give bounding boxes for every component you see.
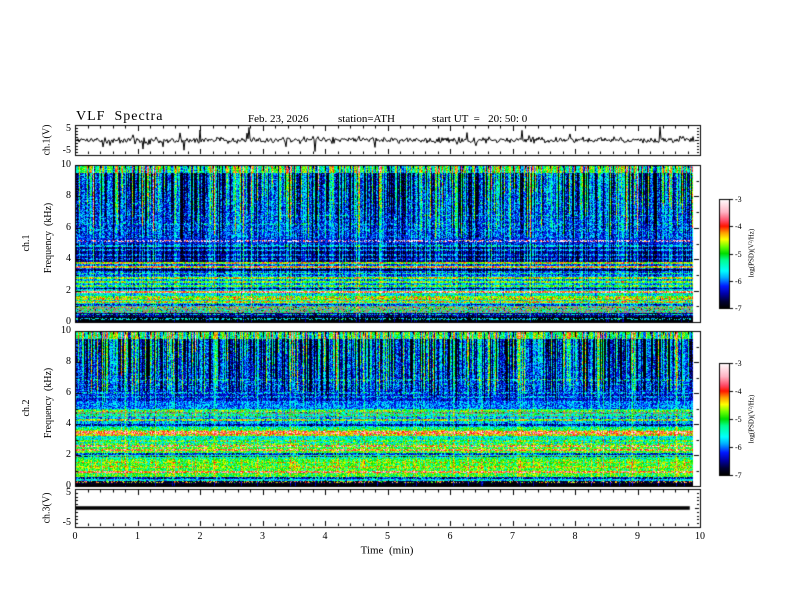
frequency-tick-label: 4 [66, 418, 71, 429]
frequency-tick-label: 2 [66, 284, 71, 296]
frequency-tick-label: 8 [66, 356, 71, 367]
frequency-tick-label: 10 [61, 159, 71, 170]
time-axis-label: Time (min) [360, 544, 414, 557]
ch2-frequency-axis-label-line1: ch.2 [21, 399, 32, 417]
colorbar-tick-label: -7 [735, 470, 742, 480]
colorbar-tick-label: -6 [735, 276, 742, 286]
colorbar2-label: log(PSD)(V²/Hz) [747, 394, 756, 444]
frequency-tick-label: 4 [66, 253, 71, 265]
time-tick-label: 0 [72, 530, 78, 542]
colorbar-tick-label: -4 [735, 386, 742, 396]
time-tick-label: 8 [572, 530, 578, 542]
frequency-tick-label: 8 [66, 190, 71, 202]
colorbar-tick-label: -5 [735, 249, 742, 259]
colorbar-tick-label: -5 [735, 414, 742, 424]
colorbar-tick-label: -3 [735, 358, 742, 368]
ch1-voltage-axis-label: ch.1(V) [41, 124, 53, 156]
frequency-tick-label: 6 [66, 221, 71, 233]
time-tick-label: 2 [197, 530, 203, 542]
station-label: station=ATH [338, 113, 395, 125]
colorbar-tick-label: -6 [735, 442, 742, 452]
colorbar-tick-label: -3 [735, 194, 742, 204]
frequency-tick-label: 6 [66, 387, 71, 398]
time-tick-label: 7 [510, 530, 515, 542]
page-title: VLF Spectra [76, 109, 164, 124]
ch3-voltage-axis-label: ch.3(V) [41, 492, 53, 524]
time-tick-label: 1 [135, 530, 140, 542]
ch2-frequency-axis-label: ch.2 Frequency (kHz) [21, 368, 65, 449]
start-ut-label: start UT = 20: 50: 0 [432, 113, 528, 125]
time-tick-label: 10 [695, 530, 705, 542]
time-tick-label: 9 [635, 530, 640, 542]
ch2-frequency-axis-label-line2: Frequency (kHz) [43, 367, 54, 439]
time-tick-label: 6 [447, 530, 453, 542]
frequency-tick-label: 2 [66, 449, 71, 460]
voltage-tick-label: 5 [66, 123, 71, 134]
colorbar-tick-label: -4 [735, 221, 742, 231]
colorbar-tick-label: -7 [735, 303, 742, 313]
plot-canvas [0, 0, 792, 612]
date-label: Feb. 23, 2026 [248, 113, 309, 125]
ch1-frequency-axis-label-line1: ch.1 [21, 234, 32, 252]
ch1-frequency-axis-label-line2: Frequency (kHz) [43, 202, 54, 274]
frequency-tick-label: 10 [61, 325, 71, 336]
time-tick-label: 3 [260, 530, 265, 542]
vlf-spectra-figure: VLF Spectra Feb. 23, 2026 station=ATH st… [0, 0, 792, 612]
time-tick-label: 5 [385, 530, 390, 542]
voltage-tick-label: -5 [62, 145, 71, 156]
ch1-frequency-axis-label: ch.1 Frequency (kHz) [21, 203, 65, 284]
voltage-tick-label: -5 [62, 517, 71, 528]
colorbar1-label: log(PSD)(V²/Hz) [747, 228, 756, 278]
time-tick-label: 4 [322, 530, 328, 542]
voltage-tick-label: 5 [66, 487, 71, 498]
